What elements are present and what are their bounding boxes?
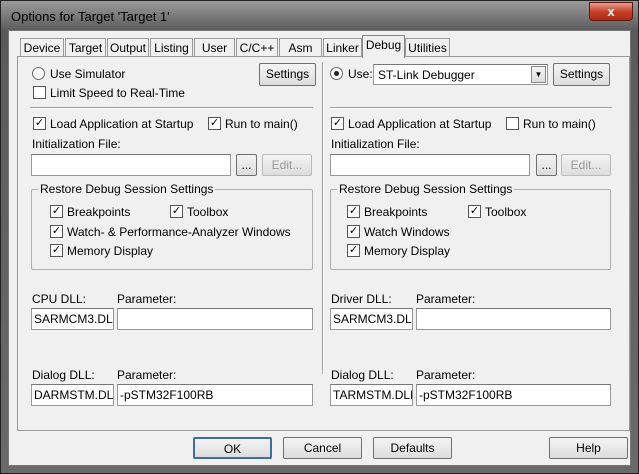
right-watch-label: Watch Windows <box>364 225 450 239</box>
tab-device[interactable]: Device <box>20 38 64 57</box>
breakpoints-label: Breakpoints <box>67 205 131 219</box>
window-title: Options for Target 'Target 1' <box>11 9 170 24</box>
right-dialog-dll-input[interactable]: TARMSTM.DLL <box>330 384 413 406</box>
tab-target[interactable]: Target <box>65 38 106 57</box>
chevron-down-icon[interactable]: ▼ <box>531 66 546 83</box>
dialog-dll-label: Dialog DLL: <box>32 368 95 382</box>
debugger-settings-button[interactable]: Settings <box>553 63 610 86</box>
debugger-select[interactable]: ST-Link Debugger ▼ <box>373 64 548 85</box>
tab-linker[interactable]: Linker <box>323 38 362 57</box>
ok-button[interactable]: OK <box>193 437 272 459</box>
right-run-to-main-checkbox[interactable] <box>506 117 519 130</box>
use-simulator-radio[interactable] <box>32 67 45 80</box>
tab-asm[interactable]: Asm <box>279 38 322 57</box>
cpu-dll-input[interactable]: SARMCM3.DLL <box>31 308 114 330</box>
watch-checkbox[interactable]: ✓ <box>50 225 63 238</box>
right-init-file-edit-button[interactable]: Edit... <box>561 154 611 176</box>
init-file-label: Initialization File: <box>32 137 121 151</box>
driver-dll-label: Driver DLL: <box>331 292 392 306</box>
memory-label: Memory Display <box>67 244 154 258</box>
driver-param-input[interactable] <box>416 308 611 330</box>
right-load-app-label: Load Application at Startup <box>348 117 492 131</box>
dialog-param-label: Parameter: <box>117 368 177 382</box>
right-init-file-input[interactable] <box>330 154 530 176</box>
right-memory-label: Memory Display <box>364 244 451 258</box>
simulator-settings-button[interactable]: Settings <box>259 63 316 86</box>
tab-utilities[interactable]: Utilities <box>405 38 450 57</box>
divider <box>322 62 324 374</box>
separator <box>30 107 313 109</box>
cancel-button[interactable]: Cancel <box>283 437 362 459</box>
right-breakpoints-label: Breakpoints <box>364 205 428 219</box>
defaults-button[interactable]: Defaults <box>373 437 452 459</box>
tab-output[interactable]: Output <box>107 38 149 57</box>
right-dialog-dll-label: Dialog DLL: <box>331 368 394 382</box>
right-toolbox-label: Toolbox <box>485 205 527 219</box>
right-init-file-browse-button[interactable]: ... <box>536 154 557 176</box>
watch-label: Watch- & Performance-Analyzer Windows <box>67 225 291 239</box>
right-run-to-main-label: Run to main() <box>523 117 596 131</box>
tab-c-cpp[interactable]: C/C++ <box>236 38 278 57</box>
help-button[interactable]: Help <box>549 437 628 459</box>
separator <box>330 107 612 109</box>
breakpoints-checkbox[interactable]: ✓ <box>50 205 63 218</box>
run-to-main-checkbox[interactable]: ✓ <box>208 117 221 130</box>
limit-speed-label: Limit Speed to Real-Time <box>50 86 185 100</box>
group-title: Restore Debug Session Settings <box>38 182 216 196</box>
use-debugger-radio[interactable] <box>330 67 343 80</box>
tab-debug[interactable]: Debug <box>362 35 405 58</box>
toolbox-checkbox[interactable]: ✓ <box>170 205 183 218</box>
tab-user[interactable]: User <box>194 38 235 57</box>
toolbox-label: Toolbox <box>187 205 229 219</box>
init-file-browse-button[interactable]: ... <box>236 154 257 176</box>
cpu-param-input[interactable] <box>117 308 313 330</box>
right-watch-checkbox[interactable]: ✓ <box>347 225 360 238</box>
driver-param-label: Parameter: <box>416 292 476 306</box>
use-label: Use: <box>348 67 373 81</box>
tab-listing[interactable]: Listing <box>150 38 193 57</box>
group-title: Restore Debug Session Settings <box>337 182 515 196</box>
use-simulator-label: Use Simulator <box>50 67 126 81</box>
load-app-checkbox[interactable]: ✓ <box>33 117 46 130</box>
right-toolbox-checkbox[interactable]: ✓ <box>468 205 481 218</box>
run-to-main-label: Run to main() <box>225 117 298 131</box>
cpu-dll-label: CPU DLL: <box>32 292 87 306</box>
debugger-value: ST-Link Debugger <box>378 68 475 82</box>
driver-dll-input[interactable]: SARMCM3.DLL <box>330 308 413 330</box>
load-app-label: Load Application at Startup <box>50 117 194 131</box>
init-file-edit-button[interactable]: Edit... <box>262 154 312 176</box>
close-button[interactable]: x <box>589 2 633 21</box>
dialog-param-input[interactable]: -pSTM32F100RB <box>117 384 313 406</box>
limit-speed-checkbox[interactable] <box>33 86 46 99</box>
right-dialog-param-label: Parameter: <box>416 368 476 382</box>
right-breakpoints-checkbox[interactable]: ✓ <box>347 205 360 218</box>
dialog-dll-input[interactable]: DARMSTM.DLL <box>31 384 114 406</box>
memory-checkbox[interactable]: ✓ <box>50 244 63 257</box>
cpu-param-label: Parameter: <box>117 292 177 306</box>
init-file-input[interactable] <box>31 154 231 176</box>
right-load-app-checkbox[interactable]: ✓ <box>331 117 344 130</box>
right-init-file-label: Initialization File: <box>331 137 420 151</box>
right-memory-checkbox[interactable]: ✓ <box>347 244 360 257</box>
right-dialog-param-input[interactable]: -pSTM32F100RB <box>416 384 611 406</box>
